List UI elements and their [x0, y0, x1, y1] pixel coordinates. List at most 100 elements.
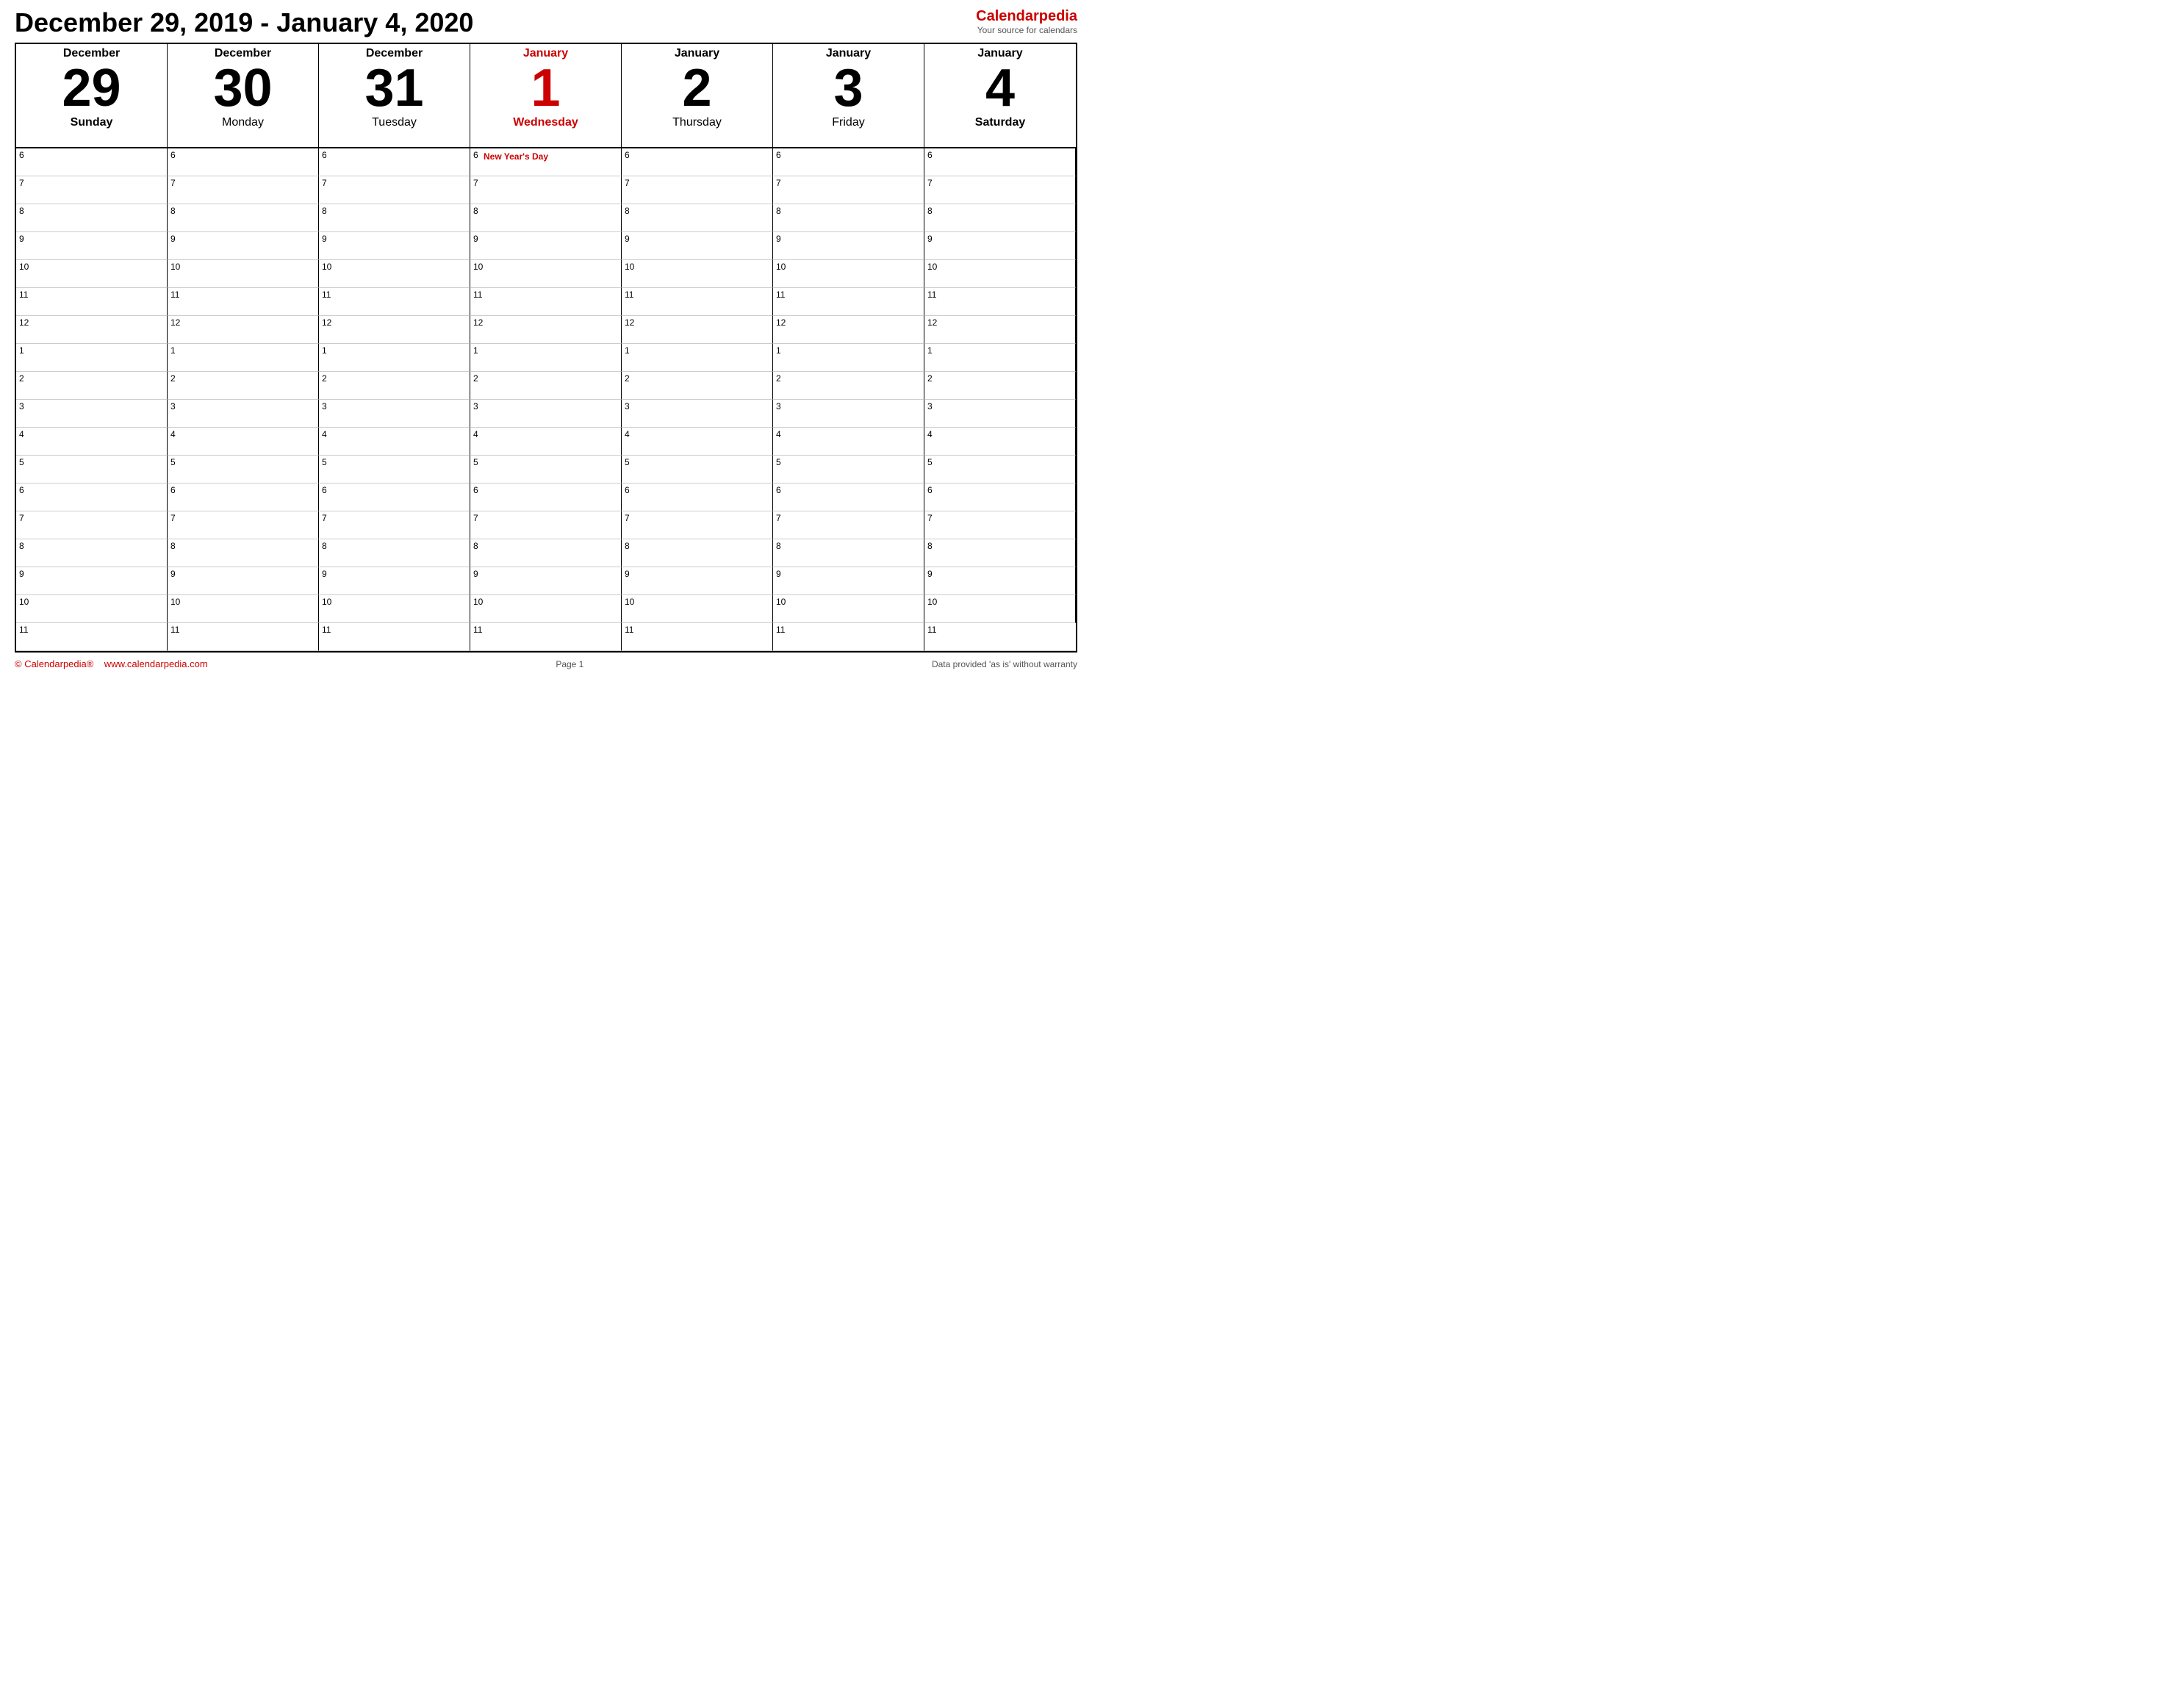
- day-number-6: 4: [929, 62, 1071, 115]
- brand-name: Calendarpedia: [976, 7, 1077, 25]
- time-cell-r10-c4: 4: [622, 428, 773, 456]
- time-label-r8-c0: 2: [19, 373, 24, 384]
- time-cell-r12-c3: 6: [470, 484, 622, 511]
- time-cell-r9-c2: 3: [319, 400, 470, 428]
- time-cell-r3-c0: 9: [16, 232, 168, 260]
- time-cell-r6-c1: 12: [168, 316, 319, 344]
- time-label-r11-c2: 5: [322, 457, 327, 467]
- time-label-r5-c5: 11: [776, 290, 785, 300]
- time-cell-r11-c0: 5: [16, 456, 168, 484]
- time-cell-r14-c3: 8: [470, 539, 622, 567]
- page-title: December 29, 2019 - January 4, 2020: [15, 7, 473, 38]
- time-label-r7-c6: 1: [927, 345, 933, 356]
- time-label-r6-c5: 12: [776, 317, 786, 328]
- time-cell-r15-c2: 9: [319, 567, 470, 595]
- time-label-r7-c4: 1: [625, 345, 630, 356]
- time-cell-r14-c0: 8: [16, 539, 168, 567]
- time-label-r14-c5: 8: [776, 541, 781, 551]
- time-cell-r12-c2: 6: [319, 484, 470, 511]
- time-label-r13-c2: 7: [322, 513, 327, 523]
- time-label-r5-c2: 11: [322, 290, 331, 300]
- time-label-r8-c1: 2: [170, 373, 176, 384]
- time-label-r16-c0: 10: [19, 597, 29, 607]
- time-cell-r10-c5: 4: [773, 428, 924, 456]
- time-cell-r10-c2: 4: [319, 428, 470, 456]
- time-cell-r6-c4: 12: [622, 316, 773, 344]
- time-label-r16-c2: 10: [322, 597, 331, 607]
- time-cell-r0-c4: 6: [622, 148, 773, 176]
- time-label-r16-c1: 10: [170, 597, 180, 607]
- time-cell-r15-c1: 9: [168, 567, 319, 595]
- time-label-r11-c0: 5: [19, 457, 24, 467]
- time-label-r10-c5: 4: [776, 429, 781, 439]
- time-label-r0-c6: 6: [927, 150, 933, 160]
- day-headers-row: December29SundayDecember30MondayDecember…: [16, 44, 1076, 148]
- time-cell-r7-c3: 1: [470, 344, 622, 372]
- time-cell-r6-c3: 12: [470, 316, 622, 344]
- time-label-r11-c6: 5: [927, 457, 933, 467]
- time-cell-r9-c6: 3: [924, 400, 1076, 428]
- time-label-r3-c6: 9: [927, 234, 933, 244]
- time-label-r10-c0: 4: [19, 429, 24, 439]
- time-label-r0-c4: 6: [625, 150, 630, 160]
- time-label-r2-c4: 8: [625, 206, 630, 216]
- time-label-r10-c1: 4: [170, 429, 176, 439]
- time-cell-r8-c5: 2: [773, 372, 924, 400]
- time-cell-r9-c1: 3: [168, 400, 319, 428]
- time-label-r9-c5: 3: [776, 401, 781, 411]
- day-number-1: 30: [172, 62, 314, 115]
- day-number-5: 3: [777, 62, 919, 115]
- time-label-r0-c2: 6: [322, 150, 327, 160]
- time-cell-r1-c2: 7: [319, 176, 470, 204]
- time-label-r15-c4: 9: [625, 569, 630, 579]
- time-label-r16-c5: 10: [776, 597, 786, 607]
- time-label-r7-c3: 1: [473, 345, 478, 356]
- time-label-r4-c5: 10: [776, 262, 786, 272]
- time-cell-r5-c4: 11: [622, 288, 773, 316]
- brand-tagline: Your source for calendars: [976, 25, 1077, 35]
- time-cell-r16-c4: 10: [622, 595, 773, 623]
- time-cell-r1-c6: 7: [924, 176, 1076, 204]
- time-cell-r1-c1: 7: [168, 176, 319, 204]
- time-cell-r15-c4: 9: [622, 567, 773, 595]
- time-cell-r3-c6: 9: [924, 232, 1076, 260]
- day-name-2: Tuesday: [323, 116, 465, 129]
- time-cell-r12-c0: 6: [16, 484, 168, 511]
- time-cell-r10-c1: 4: [168, 428, 319, 456]
- time-label-r5-c4: 11: [625, 290, 633, 300]
- day-number-3: 1: [475, 62, 617, 115]
- time-cell-r4-c6: 10: [924, 260, 1076, 288]
- time-cell-r11-c3: 5: [470, 456, 622, 484]
- time-label-r12-c1: 6: [170, 485, 176, 495]
- time-cell-r2-c1: 8: [168, 204, 319, 232]
- time-label-r1-c1: 7: [170, 178, 176, 188]
- time-cell-r17-c6: 11: [924, 623, 1076, 651]
- time-cell-r14-c1: 8: [168, 539, 319, 567]
- time-cell-r6-c0: 12: [16, 316, 168, 344]
- time-cell-r10-c3: 4: [470, 428, 622, 456]
- time-cell-r5-c0: 11: [16, 288, 168, 316]
- time-label-r17-c0: 11: [19, 625, 28, 635]
- time-cell-r3-c2: 9: [319, 232, 470, 260]
- time-cell-r12-c4: 6: [622, 484, 773, 511]
- time-cell-r4-c1: 10: [168, 260, 319, 288]
- time-label-r15-c6: 9: [927, 569, 933, 579]
- time-label-r16-c3: 10: [473, 597, 483, 607]
- footer-page: Page 1: [556, 659, 583, 669]
- time-cell-r11-c5: 5: [773, 456, 924, 484]
- time-label-r17-c4: 11: [625, 625, 633, 635]
- time-cell-r7-c6: 1: [924, 344, 1076, 372]
- time-label-r3-c2: 9: [322, 234, 327, 244]
- time-label-r8-c5: 2: [776, 373, 781, 384]
- time-cell-r16-c3: 10: [470, 595, 622, 623]
- time-label-r14-c1: 8: [170, 541, 176, 551]
- time-label-r9-c1: 3: [170, 401, 176, 411]
- footer-disclaimer: Data provided 'as is' without warranty: [932, 659, 1077, 669]
- time-label-r13-c3: 7: [473, 513, 478, 523]
- day-name-1: Monday: [172, 116, 314, 129]
- time-cell-r13-c6: 7: [924, 511, 1076, 539]
- time-cell-r12-c1: 6: [168, 484, 319, 511]
- time-cell-r3-c5: 9: [773, 232, 924, 260]
- time-cell-r16-c1: 10: [168, 595, 319, 623]
- time-cell-r0-c0: 6: [16, 148, 168, 176]
